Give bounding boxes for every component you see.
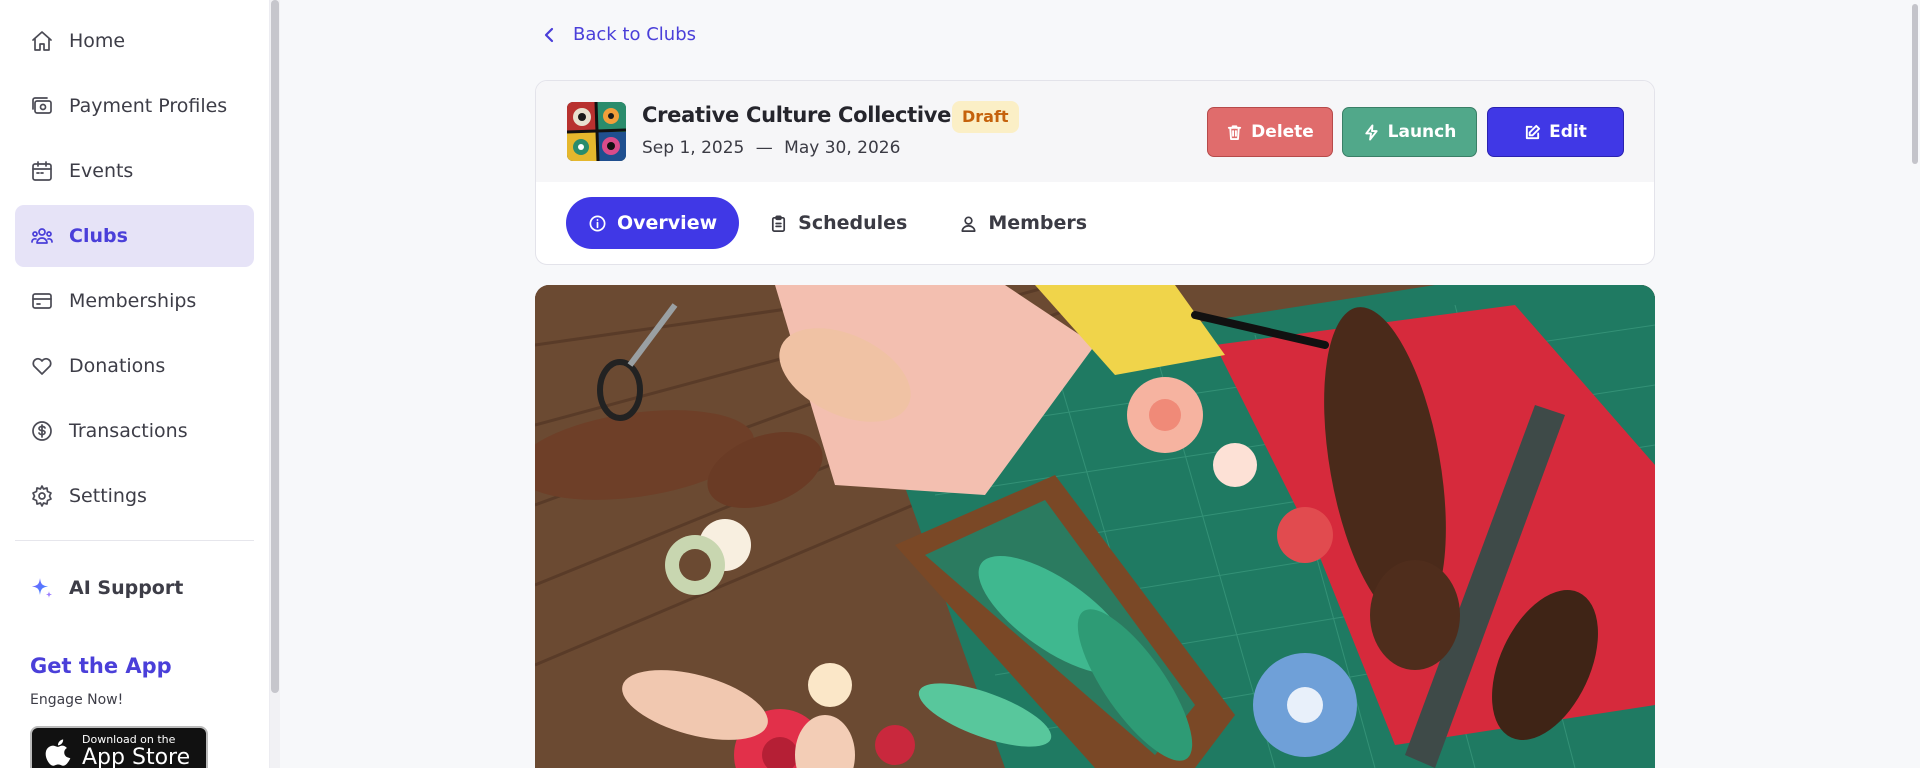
calendar-icon bbox=[29, 158, 55, 184]
sidebar-divider bbox=[15, 540, 254, 541]
sidebar-scrollbar[interactable] bbox=[270, 0, 280, 768]
status-badge: Draft bbox=[952, 101, 1019, 133]
club-start-date: Sep 1, 2025 bbox=[642, 138, 745, 158]
tab-overview[interactable]: Overview bbox=[566, 197, 740, 249]
tab-label: Overview bbox=[617, 212, 718, 234]
club-date-range: Sep 1, 2025 — May 30, 2026 bbox=[642, 138, 900, 158]
tab-label: Members bbox=[988, 212, 1088, 234]
edit-button[interactable]: Edit bbox=[1487, 107, 1624, 157]
sidebar-item-payment-profiles[interactable]: Payment Profiles bbox=[15, 75, 254, 137]
tab-label: Schedules bbox=[798, 212, 908, 234]
sidebar-item-settings[interactable]: Settings bbox=[15, 465, 254, 527]
sidebar-item-events[interactable]: Events bbox=[15, 140, 254, 202]
edit-button-label: Edit bbox=[1549, 122, 1587, 142]
sidebar-item-clubs[interactable]: Clubs bbox=[15, 205, 254, 267]
sidebar-item-label: Clubs bbox=[69, 225, 128, 247]
sidebar-item-donations[interactable]: Donations bbox=[15, 335, 254, 397]
sidebar-item-label: Transactions bbox=[69, 420, 188, 442]
sparkle-icon bbox=[32, 578, 52, 598]
sidebar-item-transactions[interactable]: Transactions bbox=[15, 400, 254, 462]
chevron-left-icon bbox=[544, 27, 554, 42]
club-cover-image bbox=[535, 285, 1655, 768]
page-scrollbar[interactable] bbox=[1910, 0, 1920, 768]
sidebar-item-label: Memberships bbox=[69, 290, 197, 312]
sidebar-item-label: Payment Profiles bbox=[69, 95, 228, 117]
info-icon bbox=[589, 215, 606, 231]
sidebar-item-label: Events bbox=[69, 160, 134, 182]
sidebar-item-label: Settings bbox=[69, 485, 147, 507]
apple-icon bbox=[45, 739, 71, 766]
payment-profiles-icon bbox=[29, 93, 55, 119]
sidebar-item-label: Home bbox=[69, 30, 126, 52]
delete-button[interactable]: Delete bbox=[1207, 107, 1333, 157]
tab-schedules[interactable]: Schedules bbox=[747, 197, 929, 249]
sidebar-item-memberships[interactable]: Memberships bbox=[15, 270, 254, 332]
page-scrollbar-thumb[interactable] bbox=[1912, 4, 1918, 164]
home-icon bbox=[29, 28, 55, 54]
sidebar-nav: Home Payment Profiles Events Clubs Membe… bbox=[15, 10, 254, 530]
club-end-date: May 30, 2026 bbox=[784, 138, 901, 158]
trash-icon bbox=[1228, 124, 1242, 140]
launch-button-label: Launch bbox=[1387, 122, 1457, 142]
dollar-circle-icon bbox=[29, 418, 55, 444]
ai-support-label: AI Support bbox=[69, 577, 184, 599]
heart-icon bbox=[29, 353, 55, 379]
edit-icon bbox=[1526, 124, 1541, 139]
membership-card-icon bbox=[29, 288, 55, 314]
club-name: Creative Culture Collective bbox=[642, 103, 952, 127]
lightning-icon bbox=[1365, 123, 1378, 141]
delete-button-label: Delete bbox=[1251, 122, 1314, 142]
back-to-clubs-link[interactable]: Back to Clubs bbox=[539, 24, 696, 45]
tab-members[interactable]: Members bbox=[937, 197, 1109, 249]
app-store-big-text: App Store bbox=[82, 745, 191, 768]
sidebar: Home Payment Profiles Events Clubs Membe… bbox=[0, 0, 270, 768]
app-store-button[interactable]: Download on the App Store bbox=[30, 726, 208, 768]
sidebar-item-label: Donations bbox=[69, 355, 166, 377]
sidebar-scrollbar-thumb[interactable] bbox=[271, 0, 279, 693]
get-app-title: Get the App bbox=[30, 654, 172, 678]
users-group-icon bbox=[29, 223, 55, 249]
launch-button[interactable]: Launch bbox=[1342, 107, 1477, 157]
clipboard-icon bbox=[772, 215, 786, 232]
date-separator: — bbox=[755, 138, 773, 158]
get-app-subtitle: Engage Now! bbox=[30, 692, 124, 708]
gear-icon bbox=[29, 483, 55, 509]
ai-support-link[interactable]: AI Support bbox=[29, 575, 183, 601]
user-icon bbox=[961, 215, 976, 232]
club-header-card: Creative Culture Collective Draft Sep 1,… bbox=[535, 80, 1655, 265]
back-link-label: Back to Clubs bbox=[573, 24, 696, 45]
sidebar-item-home[interactable]: Home bbox=[15, 10, 254, 72]
club-thumbnail bbox=[567, 102, 626, 161]
club-tabs: Overview Schedules Members bbox=[566, 197, 1117, 249]
